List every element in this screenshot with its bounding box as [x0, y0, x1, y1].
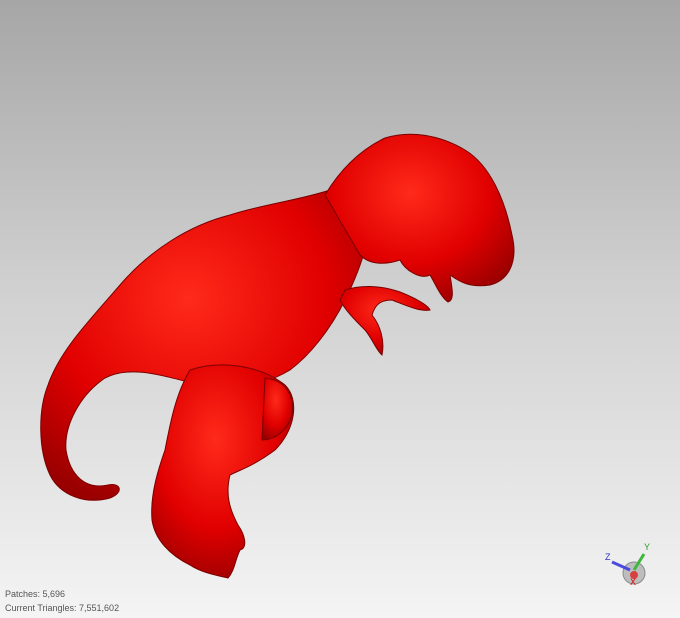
- x-axis-label: X: [630, 577, 636, 587]
- 3d-viewport[interactable]: X Y Z: [0, 0, 680, 618]
- triangle-count: Current Triangles: 7,551,602: [5, 603, 120, 613]
- axis-gizmo[interactable]: X Y Z: [605, 542, 650, 587]
- z-axis-label: Z: [605, 552, 611, 562]
- y-axis-label: Y: [644, 542, 650, 552]
- trex-model[interactable]: [40, 133, 515, 579]
- patches-count: Patches: 5,696: [5, 589, 66, 599]
